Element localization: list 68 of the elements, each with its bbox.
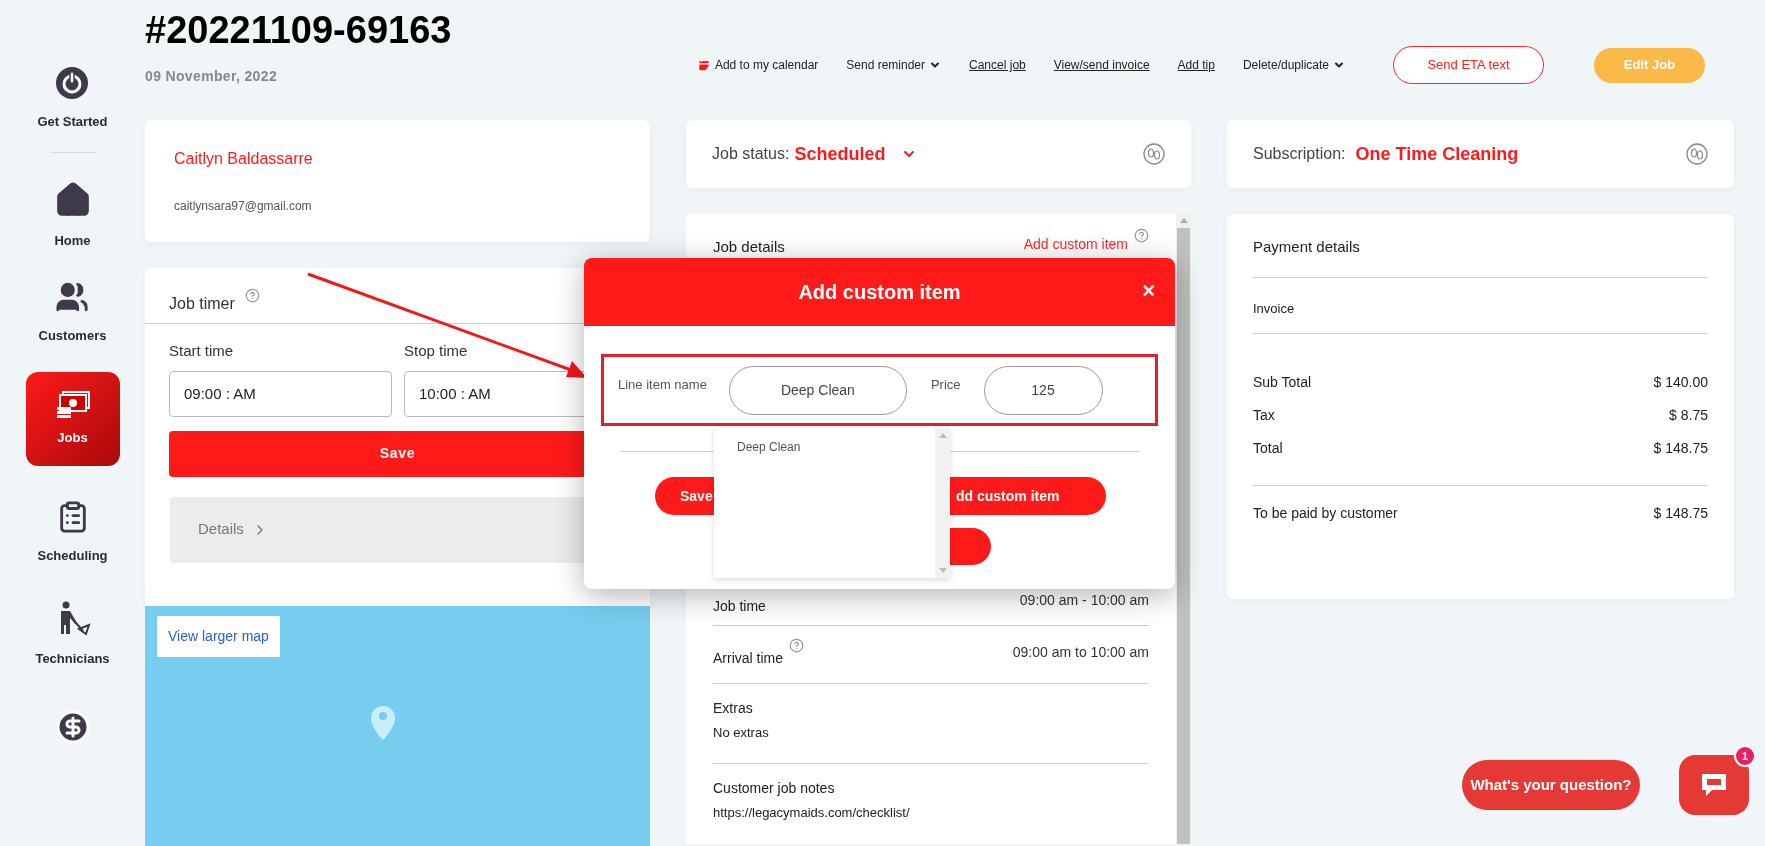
detail-label: Customer job notes [713, 778, 836, 798]
chat-icon [1700, 772, 1728, 798]
cash-icon [54, 389, 91, 420]
footprint-icon [1143, 143, 1165, 165]
sidebar-item[interactable]: Technicians [35, 601, 110, 669]
total-label: To be paid by customer [1253, 504, 1398, 523]
subscription-value: One Time Cleaning [1355, 142, 1519, 166]
add-custom-item-link[interactable]: Add custom item [1023, 234, 1128, 255]
price-field[interactable]: 125 [983, 365, 1103, 415]
line-item-name-field[interactable]: Deep Clean [728, 365, 907, 415]
chat-prompt-bubble[interactable]: What's your question? [1462, 760, 1640, 810]
sidebar-item[interactable] [54, 708, 91, 745]
close-button[interactable]: × [1142, 280, 1155, 302]
send-eta-button[interactable]: Send ETA text [1393, 46, 1544, 84]
sidebar-item[interactable]: Jobs [25, 371, 120, 466]
field-label: Price [930, 376, 961, 395]
subscription-label: Subscription: [1253, 144, 1346, 164]
field-label: Start time [169, 341, 235, 361]
modal-title: Add custom item [798, 280, 961, 305]
status-label: Job status: [712, 144, 790, 164]
power-icon [55, 66, 90, 100]
action-link[interactable]: Cancel job [969, 56, 1026, 74]
detail-value: No extras [713, 723, 770, 742]
footprint-icon [1686, 143, 1708, 165]
job-date: 09 November, 2022 [145, 67, 279, 86]
sidebar-item[interactable]: Customers [38, 280, 107, 346]
detail-label: Extras [713, 698, 754, 718]
start-time-field[interactable]: 09:00 : AM [169, 370, 392, 417]
calendar-link[interactable]: Add to my calendar [696, 56, 819, 74]
total-value: $ 148.75 [1653, 439, 1708, 458]
sidebar-item[interactable]: Home [53, 180, 92, 250]
status-dropdown[interactable]: Scheduled [794, 140, 918, 168]
total-value: $ 148.75 [1653, 504, 1708, 523]
invoice-label: Invoice [1253, 278, 1708, 334]
sidebar-item[interactable]: Scheduling [37, 499, 108, 565]
customer-email: caitlynsara97@gmail.com [174, 198, 313, 215]
detail-value: 09:00 am to 10:00 am [1012, 642, 1149, 662]
action-link[interactable]: Add tip [1177, 56, 1215, 74]
customer-name[interactable]: Caitlyn Baldassarre [174, 147, 621, 171]
detail-value: https://legacymaids.com/checklist/ [713, 803, 911, 822]
scrollbar[interactable] [1176, 214, 1191, 844]
total-label: Total [1253, 439, 1283, 458]
dollar-icon [54, 708, 91, 745]
help-icon[interactable] [244, 288, 260, 303]
total-value: $ 8.75 [1669, 406, 1708, 425]
dropdown-link[interactable]: Delete/duplicate [1242, 56, 1345, 74]
field-label: Stop time [404, 341, 469, 361]
total-label: Sub Total [1253, 373, 1312, 392]
detail-label: Arrival time [713, 648, 783, 668]
suggestion-item[interactable]: Deep Clean [714, 438, 935, 456]
help-icon[interactable] [1134, 228, 1149, 243]
detail-label: Job time [713, 596, 766, 616]
calendar-icon [696, 58, 711, 72]
people-icon [55, 280, 90, 314]
help-icon[interactable] [789, 637, 804, 653]
card-title: Job details [713, 237, 785, 257]
dropdown-link[interactable]: Send reminder [846, 56, 942, 74]
sidebar-item[interactable]: Get Started [37, 66, 108, 132]
job-number: #20221109-69163 [145, 8, 452, 52]
action-link[interactable]: View/send invoice [1053, 56, 1150, 74]
notification-badge: 1 [1734, 745, 1756, 767]
card-title: Payment details [1253, 214, 1708, 278]
view-larger-map-link[interactable]: View larger map [157, 616, 280, 657]
card-title: Job timer [169, 294, 235, 314]
total-label: Tax [1253, 406, 1275, 425]
scrollbar[interactable] [935, 428, 950, 578]
total-value: $ 140.00 [1653, 373, 1708, 392]
detail-value: 09:00 am - 10:00 am [1019, 590, 1149, 610]
